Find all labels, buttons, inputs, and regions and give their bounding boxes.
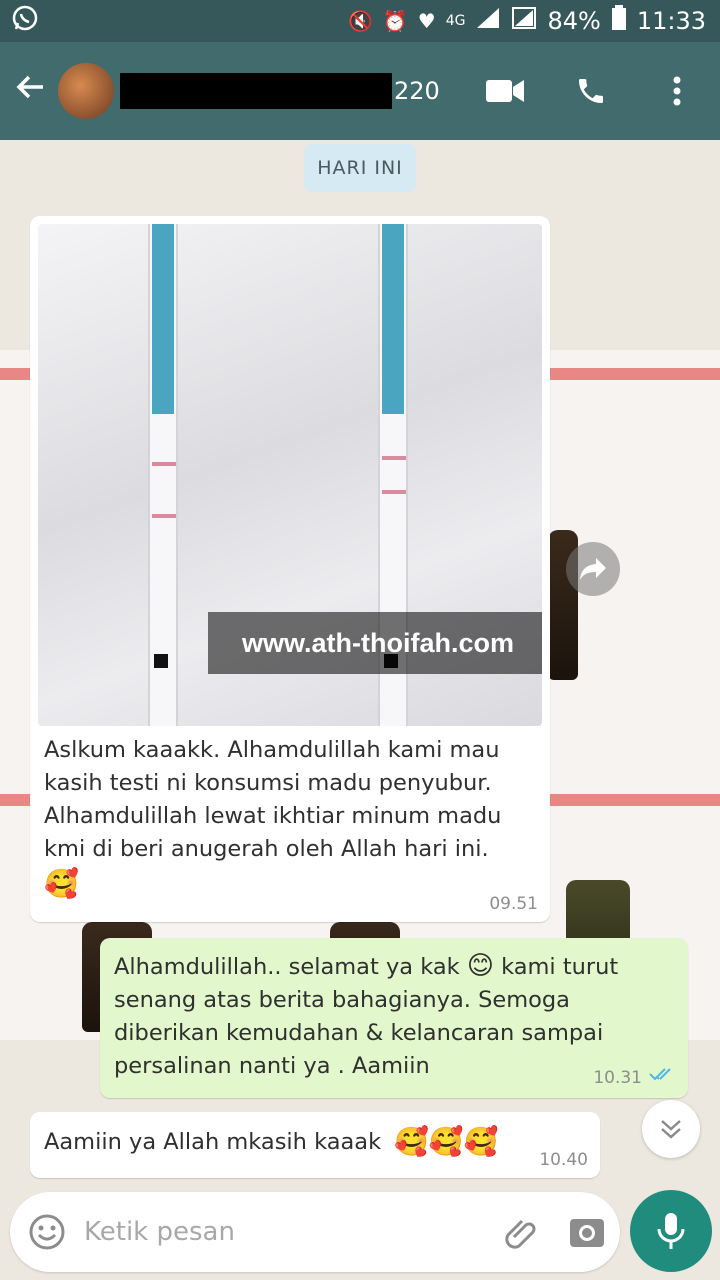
message-bubble-incoming[interactable]: www.ath-thoifah.com Aslkum kaaakk. Alham… [30, 216, 550, 922]
message-bubble-incoming[interactable]: Aamiin ya Allah mkasih kaaak 🥰🥰🥰 10.40 [30, 1112, 600, 1178]
signal-icon-2 [511, 6, 537, 36]
contact-name-redacted[interactable] [120, 73, 392, 109]
forward-icon[interactable] [566, 542, 620, 596]
video-call-icon[interactable] [462, 78, 548, 104]
message-text: Aamiin ya Allah mkasih kaaak [44, 1129, 382, 1155]
battery-icon [611, 5, 627, 37]
chat-header: 220 [0, 42, 720, 140]
message-text-part-1: Alhamdulillah.. selamat ya kak [114, 954, 460, 980]
message-input[interactable] [84, 1217, 488, 1247]
microphone-icon[interactable] [630, 1190, 712, 1272]
mute-icon: 🔇 [347, 9, 373, 33]
message-text: Aslkum kaaakk. Alhamdulillah kami mau ka… [44, 737, 502, 862]
camera-icon[interactable] [554, 1215, 620, 1249]
message-time: 09.51 [489, 894, 538, 914]
message-input-bar [10, 1192, 620, 1272]
emoji: 😊 [466, 951, 494, 981]
network-type: 4G [445, 13, 466, 29]
date-chip: HARI INI [304, 144, 416, 192]
arrow-left-icon[interactable] [4, 71, 58, 112]
heart-icon: ♥ [417, 9, 436, 33]
message-time: 10.40 [539, 1150, 588, 1170]
whatsapp-notification-icon [10, 3, 40, 39]
message-image[interactable]: www.ath-thoifah.com [38, 224, 542, 726]
more-vert-icon[interactable] [634, 76, 720, 106]
scroll-down-icon[interactable] [642, 1100, 700, 1158]
image-watermark: www.ath-thoifah.com [208, 612, 542, 674]
signal-icon [475, 6, 501, 36]
emoji-icon[interactable] [10, 1213, 84, 1251]
emoji: 🥰 [44, 867, 79, 900]
clock: 11:33 [636, 7, 706, 35]
phone-icon[interactable] [548, 75, 634, 107]
alarm-icon: ⏰ [382, 9, 408, 33]
message-text-container: Alhamdulillah.. selamat ya kak 😊 kami tu… [114, 948, 674, 1083]
attach-icon[interactable] [488, 1215, 554, 1249]
message-bubble-outgoing[interactable]: Alhamdulillah.. selamat ya kak 😊 kami tu… [100, 938, 688, 1098]
battery-percent: 84% [547, 7, 601, 35]
emoji: 🥰🥰🥰 [394, 1125, 499, 1158]
message-time: 10.31 [593, 1068, 642, 1088]
contact-name[interactable]: 220 [394, 77, 440, 105]
read-ticks-icon [648, 1066, 678, 1086]
avatar[interactable] [58, 63, 114, 119]
status-bar: 🔇 ⏰ ♥ 4G 84% 11:33 [0, 0, 720, 42]
